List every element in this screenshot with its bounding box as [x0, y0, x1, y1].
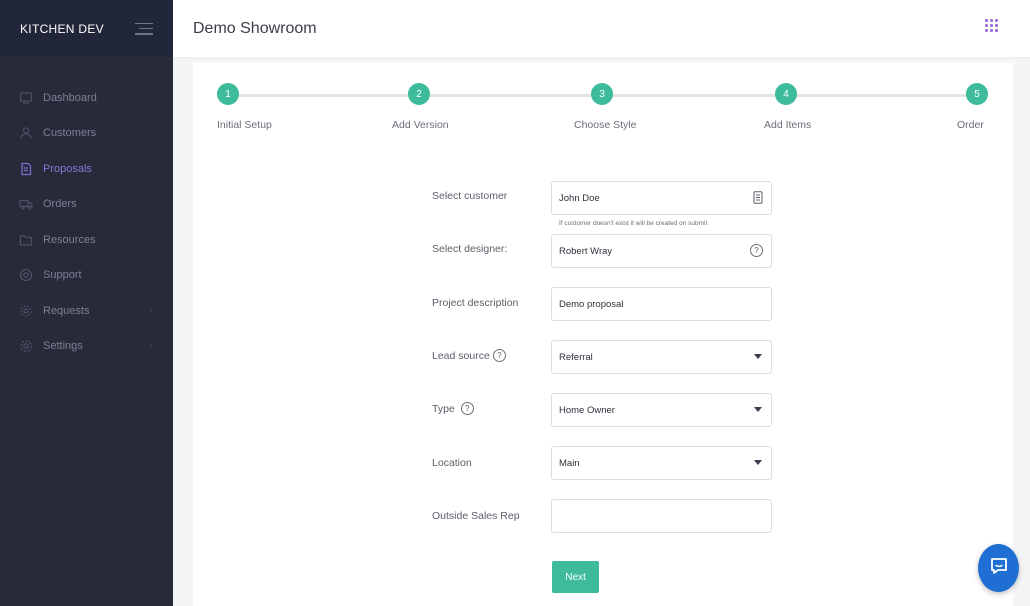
customer-value: John Doe [559, 192, 600, 204]
designer-label: Select designer: [432, 243, 507, 255]
customer-hint: If customer doesn't exist it will be cre… [559, 220, 708, 227]
designer-label-text: Select designer: [432, 243, 508, 255]
apps-grid-icon[interactable] [985, 19, 998, 32]
type-value: Home Owner [559, 404, 615, 416]
lifebuoy-icon [18, 267, 34, 283]
description-label: Project description [432, 297, 518, 309]
user-icon [18, 125, 34, 141]
help-circle-icon[interactable]: ? [492, 349, 506, 362]
lead-source-label: Lead source ? [432, 349, 506, 362]
lead-source-value: Referral [559, 351, 593, 363]
location-label: Location [432, 457, 472, 469]
caret-down-icon [754, 460, 762, 465]
caret-down-icon [754, 354, 762, 359]
sidebar-item-proposals[interactable]: Proposals [0, 151, 173, 187]
sidebar-item-customers[interactable]: Customers [0, 116, 173, 152]
help-circle-icon[interactable]: ? [460, 402, 474, 415]
proposal-card: 1 Initial Setup 2 Add Version 3 Choose S… [193, 63, 1013, 606]
type-select[interactable]: Home Owner [551, 393, 772, 427]
page-title: Demo Showroom [193, 19, 317, 37]
top-bar: Demo Showroom [173, 0, 1030, 57]
step-add-items[interactable]: 4 Add Items [764, 83, 811, 131]
sidebar-item-support[interactable]: Support [0, 258, 173, 294]
step-label: Choose Style [574, 119, 637, 131]
step-label: Add Items [764, 119, 812, 131]
sidebar: KITCHEN DEV Dashboard Customers Proposal… [0, 0, 173, 606]
location-label-text: Location [432, 457, 472, 469]
sales-rep-label: Outside Sales Rep [432, 510, 520, 522]
sidebar-nav: Dashboard Customers Proposals Orders Res… [0, 57, 173, 364]
help-circle-icon: ? [750, 244, 763, 257]
step-number[interactable]: 3 [591, 83, 613, 105]
customer-label: Select customer [432, 190, 507, 202]
truck-icon [18, 196, 34, 212]
sidebar-item-label: Support [43, 269, 82, 282]
document-icon [18, 161, 34, 177]
customer-label-text: Select customer [432, 190, 508, 202]
type-label-text: Type [432, 402, 455, 415]
location-value: Main [559, 457, 580, 469]
designer-value: Robert Wray [559, 245, 613, 257]
step-number[interactable]: 5 [966, 83, 988, 105]
brand-name: KITCHEN DEV [20, 21, 104, 36]
sidebar-item-label: Dashboard [43, 91, 97, 104]
step-number[interactable]: 2 [408, 83, 430, 105]
help-icon[interactable]: ? [750, 244, 763, 257]
step-number[interactable]: 4 [775, 83, 797, 105]
settings-icon [18, 338, 34, 354]
step-number[interactable]: 1 [217, 83, 239, 105]
sidebar-item-settings[interactable]: Settings › [0, 329, 173, 365]
chevron-right-icon: › [149, 305, 153, 317]
sidebar-item-label: Orders [43, 198, 77, 211]
step-order[interactable]: 5 Order [957, 83, 988, 131]
lead-source-select[interactable]: Referral [551, 340, 772, 374]
sales-rep-label-text: Outside Sales Rep [432, 510, 520, 522]
next-button[interactable]: Next [552, 561, 599, 593]
step-choose-style[interactable]: 3 Choose Style [574, 83, 636, 131]
caret-down-icon [754, 407, 762, 412]
description-value: Demo proposal [559, 298, 624, 310]
step-label: Order [957, 119, 984, 131]
step-label: Initial Setup [217, 119, 272, 131]
lead-source-label-text: Lead source [432, 349, 490, 362]
sidebar-item-dashboard[interactable]: Dashboard [0, 80, 173, 116]
sidebar-item-label: Proposals [43, 162, 92, 175]
sidebar-item-label: Customers [43, 127, 97, 140]
step-initial-setup[interactable]: 1 Initial Setup [217, 83, 272, 131]
sidebar-item-orders[interactable]: Orders [0, 187, 173, 223]
sidebar-item-resources[interactable]: Resources [0, 222, 173, 258]
sidebar-item-requests[interactable]: Requests › [0, 293, 173, 329]
chat-icon [989, 556, 1009, 581]
progress-stepper: 1 Initial Setup 2 Add Version 3 Choose S… [217, 83, 989, 143]
folder-icon [18, 232, 34, 248]
sidebar-item-label: Resources [43, 233, 96, 246]
sidebar-item-label: Settings [43, 340, 83, 353]
customer-input[interactable]: John Doe [551, 181, 772, 215]
menu-toggle-icon[interactable] [135, 22, 153, 35]
dashboard-icon [18, 90, 34, 106]
designer-input[interactable]: Robert Wray ? [551, 234, 772, 268]
chat-launcher-button[interactable] [978, 544, 1019, 592]
description-label-text: Project description [432, 297, 519, 309]
step-add-version[interactable]: 2 Add Version [392, 83, 449, 131]
description-input[interactable]: Demo proposal [551, 287, 772, 321]
contact-card-icon[interactable] [753, 191, 763, 207]
location-select[interactable]: Main [551, 446, 772, 480]
step-label: Add Version [392, 119, 449, 131]
sidebar-item-label: Requests [43, 304, 90, 317]
sidebar-header: KITCHEN DEV [0, 0, 173, 57]
chevron-right-icon: › [149, 340, 153, 352]
type-label: Type ? [432, 402, 474, 415]
sales-rep-input[interactable] [551, 499, 772, 533]
gear-icon [18, 303, 34, 319]
